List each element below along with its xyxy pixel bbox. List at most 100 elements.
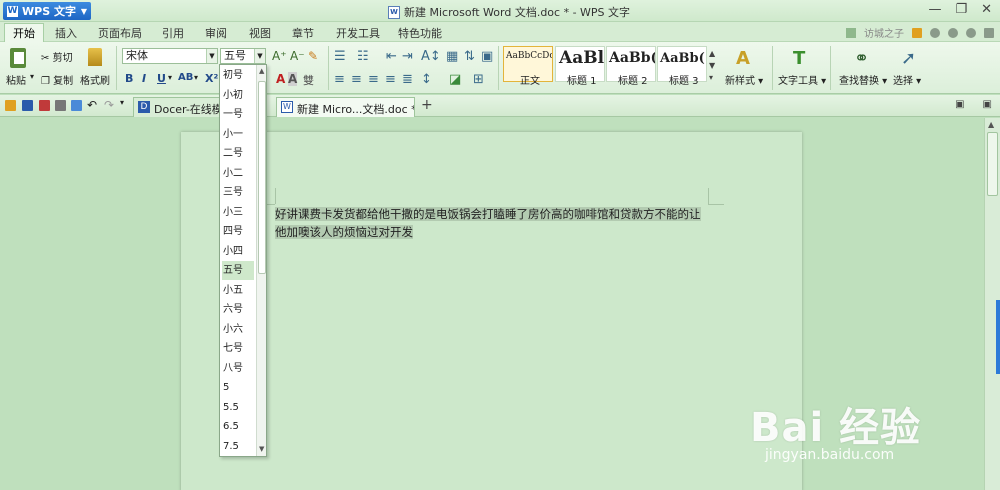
justify-icon[interactable]: ≡ <box>385 72 396 87</box>
char-shading-icon[interactable]: A <box>288 72 298 86</box>
close-icon[interactable]: ✕ <box>981 2 992 17</box>
new-tab-button[interactable]: + <box>421 97 433 113</box>
font-size-option[interactable]: 小三 <box>222 203 254 222</box>
paste-dropdown-icon[interactable]: ▾ <box>30 72 34 81</box>
scroll-thumb[interactable] <box>987 132 998 196</box>
italic-icon[interactable]: I <box>142 72 146 85</box>
strikethrough-icon[interactable]: AB <box>178 72 193 83</box>
font-size-option[interactable]: 小二 <box>222 164 254 183</box>
tab-list-icon[interactable]: ▣ <box>955 99 964 110</box>
tab-chapter[interactable]: 章节 <box>292 25 314 41</box>
chevron-down-icon[interactable]: ▼ <box>254 49 265 63</box>
underline-icon[interactable]: U <box>157 72 166 85</box>
find-replace-button[interactable]: 查找替换 ▾ <box>839 72 887 87</box>
font-size-option[interactable]: 八号 <box>222 359 254 378</box>
tab-insert[interactable]: 插入 <box>55 25 77 41</box>
bold-icon[interactable]: B <box>125 72 133 85</box>
help-icon[interactable] <box>966 27 976 38</box>
show-marks-icon[interactable]: ▣ <box>481 49 493 64</box>
redo-icon[interactable]: ↷ <box>104 98 114 112</box>
font-size-option[interactable]: 初号 <box>222 66 254 85</box>
user-avatar[interactable] <box>846 27 856 38</box>
side-panel-tab[interactable] <box>996 300 1000 374</box>
cut-button[interactable]: ✂ 剪切 <box>41 49 73 64</box>
skin-icon[interactable] <box>930 27 940 38</box>
print-preview-icon[interactable] <box>71 100 82 111</box>
export-pdf-icon[interactable] <box>39 100 50 111</box>
mail-icon[interactable] <box>912 27 922 38</box>
user-name[interactable]: 访城之子 <box>864 25 904 40</box>
text-direction-icon[interactable]: A↕ <box>421 49 441 64</box>
print-icon[interactable] <box>55 100 66 111</box>
font-size-option[interactable]: 三号 <box>222 183 254 202</box>
tab-developer[interactable]: 开发工具 <box>336 25 380 41</box>
tab-references[interactable]: 引用 <box>162 25 184 41</box>
scroll-down-icon[interactable]: ▼ <box>259 445 264 453</box>
font-size-option[interactable]: 5 <box>222 378 254 397</box>
align-left-icon[interactable]: ≡ <box>334 72 345 87</box>
phonetic-guide-icon[interactable]: 雙 <box>303 72 314 88</box>
numbered-list-icon[interactable]: ☷ <box>357 49 369 64</box>
tab-review[interactable]: 审阅 <box>205 25 227 41</box>
select-button[interactable]: 选择 ▾ <box>893 72 921 87</box>
decrease-indent-icon[interactable]: ⇤ <box>386 49 397 64</box>
format-painter-button[interactable]: 格式刷 <box>80 72 110 87</box>
document-page[interactable]: 好讲课费卡发货都给他干撒的是电饭锅会打瞌睡了房价高的咖啡馆和贷款方不能的让他加噢… <box>181 132 802 490</box>
underline-dropdown-icon[interactable]: ▾ <box>168 73 172 82</box>
font-size-option[interactable]: 小初 <box>222 86 254 105</box>
bullet-list-icon[interactable]: ☰ <box>334 49 346 64</box>
superscript-icon[interactable]: X² <box>205 72 218 85</box>
scroll-up-icon[interactable]: ▲ <box>259 67 264 75</box>
font-size-option[interactable]: 小五 <box>222 281 254 300</box>
font-size-option[interactable]: 小一 <box>222 125 254 144</box>
tab-home[interactable]: 开始 <box>4 23 44 44</box>
font-size-option-selected[interactable]: 五号 <box>222 261 254 280</box>
undo-icon[interactable]: ↶ <box>87 98 97 112</box>
font-size-option[interactable]: 5.5 <box>222 398 254 417</box>
increase-indent-icon[interactable]: ⇥ <box>402 49 413 64</box>
paste-icon[interactable] <box>10 48 26 68</box>
text-tools-icon[interactable]: T <box>793 48 805 69</box>
font-size-option[interactable]: 小四 <box>222 242 254 261</box>
font-size-option[interactable]: 7.5 <box>222 437 254 456</box>
table-icon[interactable]: ▦ <box>446 49 458 64</box>
selected-paragraph[interactable]: 好讲课费卡发货都给他干撒的是电饭锅会打瞌睡了房价高的咖啡馆和贷款方不能的让他加噢… <box>275 207 701 239</box>
save-icon[interactable] <box>22 100 33 111</box>
font-size-option[interactable]: 二号 <box>222 144 254 163</box>
format-painter-icon[interactable] <box>88 48 102 66</box>
open-icon[interactable] <box>5 100 16 111</box>
font-size-option[interactable]: 小六 <box>222 320 254 339</box>
borders-icon[interactable]: ⊞ <box>473 72 484 87</box>
strikethrough-dropdown-icon[interactable]: ▾ <box>194 73 198 82</box>
binoculars-icon[interactable]: ⚭ <box>854 48 869 69</box>
style-gallery-scroll[interactable]: ▲ ▼ ▾ <box>709 48 715 84</box>
paste-button[interactable]: 粘贴 <box>6 72 26 87</box>
font-size-option[interactable]: 一号 <box>222 105 254 124</box>
tab-current-document[interactable]: W 新建 Micro...文档.doc * ✕ <box>276 97 415 117</box>
font-name-select[interactable]: 宋体 ▼ <box>122 48 218 64</box>
collapse-ribbon-icon[interactable] <box>984 27 994 38</box>
app-menu-button[interactable]: W WPS 文字 ▼ <box>3 2 91 20</box>
shrink-font-icon[interactable]: A⁻ <box>290 49 305 63</box>
clear-format-icon[interactable]: ✎ <box>308 49 318 63</box>
document-body[interactable]: 好讲课费卡发货都给他干撒的是电饭锅会打瞌睡了房价高的咖啡馆和贷款方不能的让他加噢… <box>275 205 708 241</box>
copy-button[interactable]: ❐ 复制 <box>41 72 73 87</box>
grow-font-icon[interactable]: A⁺ <box>272 49 287 63</box>
font-size-option[interactable]: 六号 <box>222 300 254 319</box>
cursor-icon[interactable]: ➚ <box>901 48 916 69</box>
fill-color-icon[interactable]: ◪ <box>449 72 461 87</box>
font-size-option[interactable]: 七号 <box>222 339 254 358</box>
font-size-select[interactable]: 五号 ▼ <box>220 48 266 64</box>
restore-icon[interactable]: ❐ <box>955 2 967 17</box>
font-size-option[interactable]: 6.5 <box>222 417 254 436</box>
font-size-dropdown[interactable]: 初号 小初 一号 小一 二号 小二 三号 小三 四号 小四 五号 小五 六号 小… <box>219 64 267 457</box>
align-right-icon[interactable]: ≡ <box>368 72 379 87</box>
minimize-icon[interactable]: — <box>928 2 941 17</box>
tab-close-all-icon[interactable]: ▣ <box>983 99 992 110</box>
dropdown-scroll-thumb[interactable] <box>258 81 266 274</box>
line-spacing-icon[interactable]: ↕ <box>421 72 432 87</box>
settings-icon[interactable] <box>948 27 958 38</box>
font-color-icon[interactable]: A <box>276 72 285 86</box>
tab-features[interactable]: 特色功能 <box>398 25 442 41</box>
tab-view[interactable]: 视图 <box>249 25 271 41</box>
